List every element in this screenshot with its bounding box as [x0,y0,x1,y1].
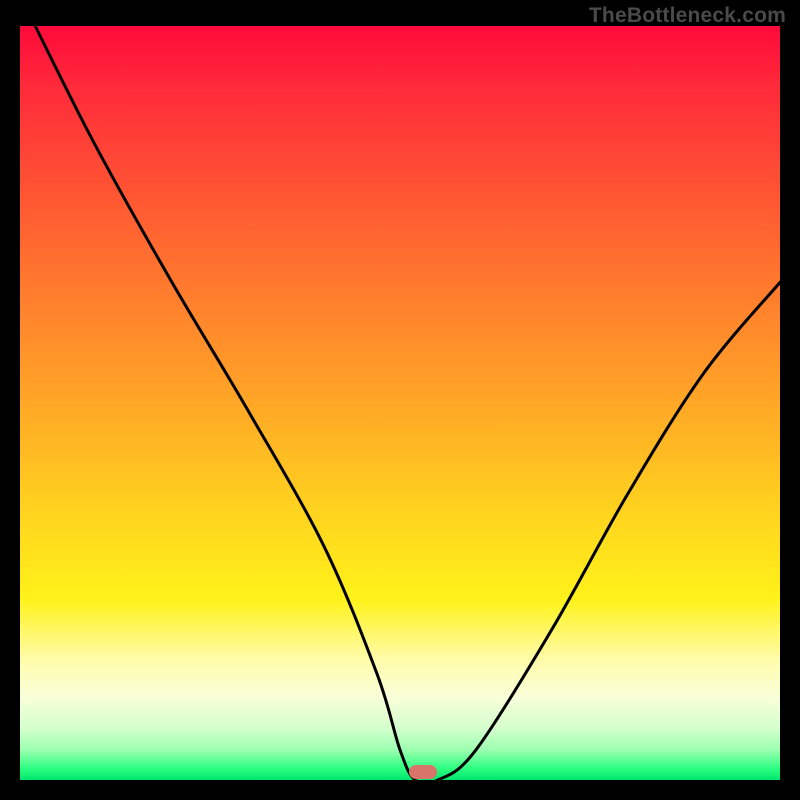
bottleneck-curve [35,26,780,780]
watermark-text: TheBottleneck.com [589,4,786,28]
curve-svg [20,26,780,780]
chart-frame: TheBottleneck.com [0,0,800,800]
plot-area [20,26,780,780]
optimal-marker [409,765,437,779]
